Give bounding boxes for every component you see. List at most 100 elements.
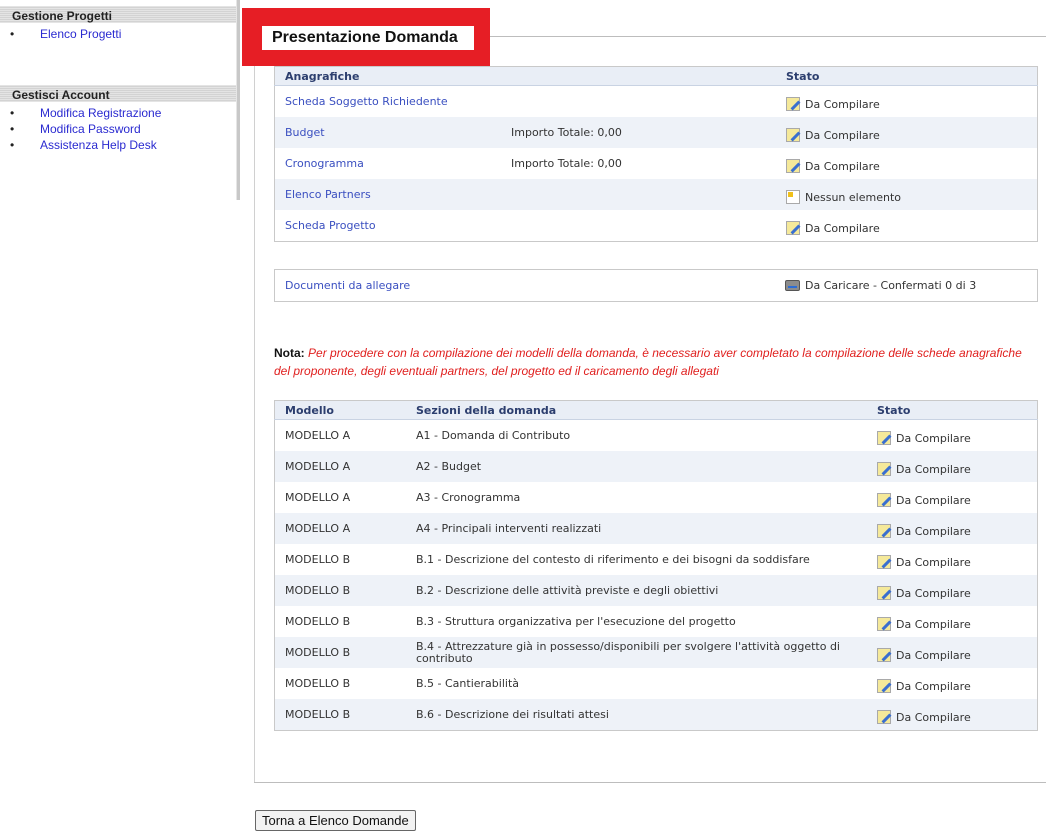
modello-cell: MODELLO A — [285, 429, 351, 442]
drive-icon[interactable] — [785, 280, 800, 291]
documenti-link[interactable]: Documenti da allegare — [275, 270, 776, 302]
stato-cell: Da Compilare — [776, 117, 1038, 148]
sezione-link[interactable]: B.6 - Descrizione dei risultati attesi — [406, 699, 867, 731]
stato-label: Da Compilare — [896, 462, 971, 476]
pencil-icon[interactable] — [877, 524, 891, 538]
sezione-link[interactable]: B.2 - Descrizione delle attività previst… — [406, 575, 867, 606]
pencil-icon[interactable] — [877, 462, 891, 476]
stato-label: Da Compilare — [896, 586, 971, 600]
fieldset-border-top — [490, 36, 1046, 37]
sezione-link[interactable]: B.5 - Cantierabilità — [406, 668, 867, 699]
fieldset-border-bottom — [254, 782, 1046, 783]
anagrafica-link-elenco-partners[interactable]: Elenco Partners — [274, 179, 501, 210]
stato-label: Da Compilare — [805, 159, 880, 173]
page-title: Presentazione Domanda — [262, 26, 474, 50]
table-row: Scheda Soggetto Richiedente Da Compilare — [275, 86, 1038, 118]
anagrafica-link-budget[interactable]: Budget — [274, 117, 501, 148]
importo-cell — [501, 86, 776, 118]
pencil-icon[interactable] — [786, 221, 800, 235]
table-row: Documenti da allegare Da Caricare - Conf… — [275, 270, 1038, 302]
table-row: MODELLO A A1 - Domanda di Contributo Da Co… — [275, 420, 1038, 452]
fieldset-border-left — [254, 66, 255, 782]
anagrafica-link-scheda-soggetto[interactable]: Scheda Soggetto Richiedente — [275, 86, 502, 118]
stato-label: Da Caricare - Confermati 0 di 3 — [805, 279, 977, 292]
bullet-icon: • — [10, 27, 15, 41]
sezione-link[interactable]: A3 - Cronogramma — [406, 482, 867, 513]
stato-label: Da Compilare — [896, 431, 971, 445]
pencil-icon[interactable] — [877, 493, 891, 507]
stato-cell: Da Compilare — [776, 86, 1038, 118]
sidebar-item-elenco-progetti[interactable]: • Elenco Progetti — [10, 26, 236, 42]
modello-cell: MODELLO A — [274, 513, 406, 544]
sidebar-item-modifica-password[interactable]: • Modifica Password — [10, 121, 236, 137]
stato-cell: Da Compilare — [867, 668, 1038, 699]
modello-cell: MODELLO B — [285, 553, 351, 566]
table-row: Scheda Progetto Da Compilare — [275, 210, 1038, 242]
stato-cell: Da Compilare — [867, 575, 1038, 606]
sidebar-divider — [236, 0, 240, 200]
sidebar-item-label[interactable]: Assistenza Help Desk — [40, 138, 157, 152]
pencil-icon[interactable] — [877, 555, 891, 569]
pencil-icon[interactable] — [786, 128, 800, 142]
col-header-sezioni: Sezioni della domanda — [406, 400, 867, 420]
sidebar-item-label[interactable]: Modifica Password — [40, 122, 141, 136]
anagrafica-link-scheda-progetto[interactable]: Scheda Progetto — [275, 210, 502, 242]
stato-label: Da Compilare — [896, 648, 971, 662]
pencil-icon[interactable] — [877, 617, 891, 631]
stato-cell: Da Compilare — [867, 544, 1038, 575]
nota-label: Nota: — [274, 346, 305, 360]
sidebar-section-account: Gestisci Account • Modifica Registrazione… — [0, 85, 236, 153]
pencil-icon[interactable] — [877, 431, 891, 445]
importo-cell: Importo Totale: 0,00 — [511, 157, 622, 170]
stato-label: Da Compilare — [896, 524, 971, 538]
modello-cell: MODELLO B — [285, 615, 351, 628]
table-row: MODELLO B B.1 - Descrizione del contesto … — [275, 544, 1038, 575]
sezione-link[interactable]: A2 - Budget — [406, 451, 867, 482]
col-header-anagrafiche: Anagrafiche — [274, 66, 501, 86]
anagrafiche-table: Anagrafiche Stato Scheda Soggetto Richie… — [274, 66, 1038, 242]
sezione-link[interactable]: B.3 - Struttura organizzativa per l'esec… — [406, 606, 867, 637]
sidebar-item-modifica-registrazione[interactable]: • Modifica Registrazione — [10, 105, 236, 121]
col-header-stato: Stato — [867, 400, 1038, 420]
bullet-icon: • — [10, 138, 15, 152]
sidebar-list-account: • Modifica Registrazione • Modifica Passwo… — [0, 102, 236, 153]
sidebar-item-label[interactable]: Modifica Registrazione — [40, 106, 161, 120]
nota-text: Nota: Per procedere con la compilazione … — [274, 344, 1034, 380]
sidebar-header-progetti: Gestione Progetti — [0, 6, 236, 23]
stato-cell: Da Compilare — [867, 482, 1038, 513]
sezione-link[interactable]: B.4 - Attrezzature già in possesso/dispo… — [406, 637, 867, 668]
table-row: MODELLO B B.3 - Struttura organizzativa p… — [275, 606, 1038, 637]
pencil-icon[interactable] — [877, 586, 891, 600]
modello-cell: MODELLO B — [274, 575, 406, 606]
bullet-icon: • — [10, 122, 15, 136]
pencil-icon[interactable] — [786, 159, 800, 173]
col-header-importo — [501, 66, 776, 86]
pencil-icon[interactable] — [877, 679, 891, 693]
pencil-icon[interactable] — [877, 710, 891, 724]
sezione-link[interactable]: A1 - Domanda di Contributo — [406, 420, 867, 452]
pencil-icon[interactable] — [877, 648, 891, 662]
sezione-link[interactable]: B.1 - Descrizione del contesto di riferi… — [406, 544, 867, 575]
stato-cell: Da Compilare — [776, 210, 1038, 242]
stato-cell: Da Caricare - Confermati 0 di 3 — [775, 270, 1038, 302]
sidebar-item-label[interactable]: Elenco Progetti — [40, 27, 121, 41]
table-row: MODELLO B B.5 - Cantierabilità Da Compilar… — [275, 668, 1038, 699]
stato-cell: Da Compilare — [867, 451, 1038, 482]
table-row: MODELLO B B.4 - Attrezzature già in posse… — [274, 637, 1038, 668]
stato-label: Da Compilare — [896, 493, 971, 507]
stato-cell: Da Compilare — [867, 699, 1038, 731]
col-header-stato: Stato — [776, 66, 1038, 86]
sezione-link[interactable]: A4 - Principali interventi realizzati — [406, 513, 867, 544]
stato-cell: Da Compilare — [867, 420, 1038, 452]
anagrafica-link-cronogramma[interactable]: Cronogramma — [275, 148, 502, 179]
sidebar-item-assistenza-help-desk[interactable]: • Assistenza Help Desk — [10, 137, 236, 153]
document-icon[interactable] — [786, 190, 800, 204]
back-button[interactable]: Torna a Elenco Domande — [255, 810, 416, 831]
stato-cell: Da Compilare — [867, 637, 1038, 668]
documenti-table: Documenti da allegare Da Caricare - Conf… — [274, 269, 1038, 302]
importo-cell: Importo Totale: 0,00 — [501, 117, 776, 148]
pencil-icon[interactable] — [786, 97, 800, 111]
modello-cell: MODELLO A — [274, 451, 406, 482]
stato-cell: Da Compilare — [867, 513, 1038, 544]
table-header-row: Modello Sezioni della domanda Stato — [274, 400, 1038, 420]
